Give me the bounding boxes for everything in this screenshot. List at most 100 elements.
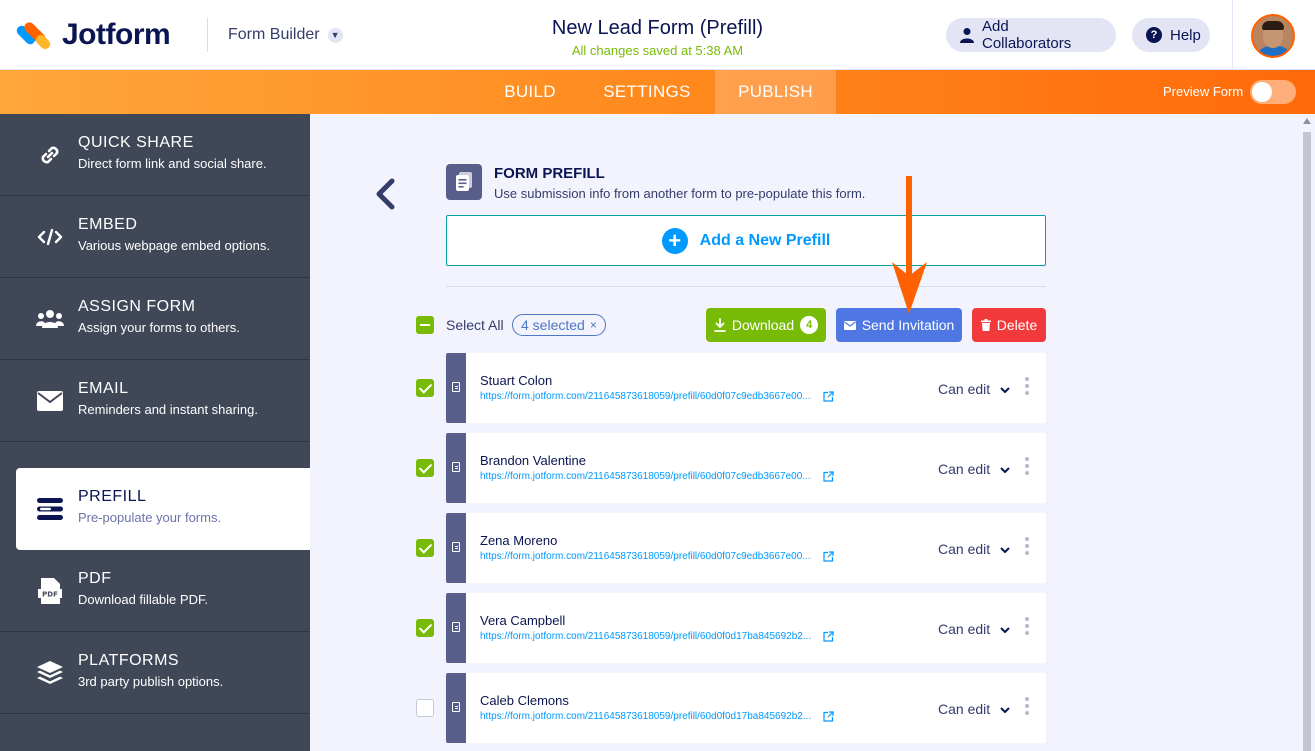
divider	[446, 286, 1046, 287]
preview-form-toggle[interactable]	[1250, 80, 1296, 104]
sidebar-item-desc: Assign your forms to others.	[78, 320, 240, 335]
permission-label: Can edit	[938, 701, 991, 717]
main-scrollbar[interactable]	[1299, 114, 1315, 751]
users-icon	[36, 305, 64, 333]
external-link-icon[interactable]	[823, 389, 834, 407]
sidebar-item-title: QUICK SHARE	[78, 134, 194, 151]
row-checkbox[interactable]	[416, 699, 434, 717]
external-link-icon[interactable]	[823, 629, 834, 647]
external-link-icon[interactable]	[823, 549, 834, 567]
help-button[interactable]: ? Help	[1132, 18, 1210, 52]
download-label: Download	[731, 317, 795, 333]
selected-count-chip[interactable]: 4 selected ×	[512, 314, 606, 336]
permission-dropdown[interactable]: Can edit	[938, 381, 1010, 397]
user-icon	[960, 27, 974, 43]
more-options-icon[interactable]	[1025, 697, 1029, 717]
sidebar-item-title: PDF	[78, 570, 112, 587]
more-options-icon[interactable]	[1025, 617, 1029, 637]
chevron-down-icon	[1000, 621, 1010, 637]
envelope-icon	[843, 320, 856, 330]
row-checkbox[interactable]	[416, 379, 434, 397]
sidebar-item-platforms[interactable]: PLATFORMS 3rd party publish options.	[0, 632, 310, 714]
permission-label: Can edit	[938, 621, 991, 637]
scroll-up-arrow-icon[interactable]	[1303, 118, 1311, 124]
download-icon	[713, 318, 726, 332]
add-collaborators-label: Add Collaborators	[982, 18, 1072, 52]
row-checkbox[interactable]	[416, 459, 434, 477]
jotform-logo-mark	[14, 18, 53, 52]
layers-icon	[36, 659, 64, 687]
chevron-left-icon	[376, 178, 395, 210]
sidebar-item-embed[interactable]: EMBED Various webpage embed options.	[0, 196, 310, 278]
form-prefill-title: FORM PREFILL	[494, 165, 605, 182]
delete-button[interactable]: Delete	[972, 308, 1046, 342]
select-all-label[interactable]: Select All	[446, 317, 504, 333]
prefill-row: Vera Campbell https://form.jotform.com/2…	[446, 593, 1046, 663]
select-all-checkbox[interactable]	[416, 316, 434, 334]
more-options-icon[interactable]	[1025, 377, 1029, 397]
sidebar-item-desc: Pre-populate your forms.	[78, 510, 222, 525]
form-builder-dropdown[interactable]: Form Builder ▼	[228, 26, 343, 44]
prefill-link[interactable]: https://form.jotform.com/211645873618059…	[480, 391, 811, 402]
prefill-name: Zena Moreno	[480, 533, 558, 548]
permission-dropdown[interactable]: Can edit	[938, 461, 1010, 477]
external-link-icon[interactable]	[823, 469, 834, 487]
download-button[interactable]: Download 4	[706, 308, 826, 342]
prefill-link[interactable]: https://form.jotform.com/211645873618059…	[480, 711, 811, 722]
row-strip	[446, 353, 466, 423]
sidebar-item-quick-share[interactable]: QUICK SHARE Direct form link and social …	[0, 114, 310, 196]
document-icon	[452, 462, 460, 472]
permission-dropdown[interactable]: Can edit	[938, 621, 1010, 637]
form-prefill-icon	[446, 164, 482, 200]
header-divider	[1232, 0, 1233, 70]
pdf-icon: PDF	[36, 577, 64, 605]
permission-dropdown[interactable]: Can edit	[938, 701, 1010, 717]
prefill-name: Brandon Valentine	[480, 453, 587, 468]
document-icon	[452, 622, 460, 632]
sidebar-item-title: EMBED	[78, 216, 138, 233]
clear-selection-icon[interactable]: ×	[590, 318, 597, 332]
prefill-row: Zena Moreno https://form.jotform.com/211…	[446, 513, 1046, 583]
selected-count-label: 4 selected	[521, 317, 585, 333]
document-icon	[452, 542, 460, 552]
sidebar-item-email[interactable]: EMAIL Reminders and instant sharing.	[0, 360, 310, 442]
form-title[interactable]: New Lead Form (Prefill)	[552, 17, 763, 39]
row-checkbox[interactable]	[416, 619, 434, 637]
more-options-icon[interactable]	[1025, 457, 1029, 477]
sidebar-item-title: ASSIGN FORM	[78, 298, 196, 315]
back-button[interactable]	[372, 177, 400, 211]
tab-build[interactable]: BUILD	[490, 70, 570, 114]
avatar[interactable]	[1251, 14, 1295, 58]
add-new-prefill-button[interactable]: + Add a New Prefill	[446, 215, 1046, 266]
save-status: All changes saved at 5:38 AM	[571, 43, 744, 58]
code-icon	[36, 223, 64, 251]
row-checkbox[interactable]	[416, 539, 434, 557]
add-collaborators-button[interactable]: Add Collaborators	[946, 18, 1116, 52]
external-link-icon[interactable]	[823, 709, 834, 727]
sidebar-item-pdf[interactable]: PDF PDF Download fillable PDF.	[0, 550, 310, 632]
more-options-icon[interactable]	[1025, 537, 1029, 557]
send-invitation-label: Send Invitation	[861, 317, 955, 333]
prefill-link[interactable]: https://form.jotform.com/211645873618059…	[480, 631, 811, 642]
tab-publish[interactable]: PUBLISH	[715, 70, 836, 114]
row-strip	[446, 433, 466, 503]
envelope-icon	[36, 387, 64, 415]
sidebar-item-assign-form[interactable]: ASSIGN FORM Assign your forms to others.	[0, 278, 310, 360]
download-count-badge: 4	[800, 316, 819, 334]
scrollbar-thumb[interactable]	[1303, 132, 1311, 751]
prefill-link[interactable]: https://form.jotform.com/211645873618059…	[480, 471, 811, 482]
chevron-down-icon	[1000, 541, 1010, 557]
jotform-logo[interactable]: Jotform	[14, 18, 171, 52]
sidebar-item-title: EMAIL	[78, 380, 129, 397]
form-prefill-description: Use submission info from another form to…	[494, 186, 866, 201]
sidebar-item-title: PLATFORMS	[78, 652, 180, 669]
publish-sidebar: QUICK SHARE Direct form link and social …	[0, 114, 310, 751]
sidebar-item-prefill[interactable]: PREFILL Pre-populate your forms.	[16, 468, 310, 550]
form-title-wrap: New Lead Form (Prefill)	[0, 17, 1315, 40]
tab-settings[interactable]: SETTINGS	[597, 70, 697, 114]
prefill-row: Stuart Colon https://form.jotform.com/21…	[446, 353, 1046, 423]
svg-text:PDF: PDF	[42, 591, 58, 599]
permission-dropdown[interactable]: Can edit	[938, 541, 1010, 557]
prefill-link[interactable]: https://form.jotform.com/211645873618059…	[480, 551, 811, 562]
delete-label: Delete	[996, 317, 1038, 333]
